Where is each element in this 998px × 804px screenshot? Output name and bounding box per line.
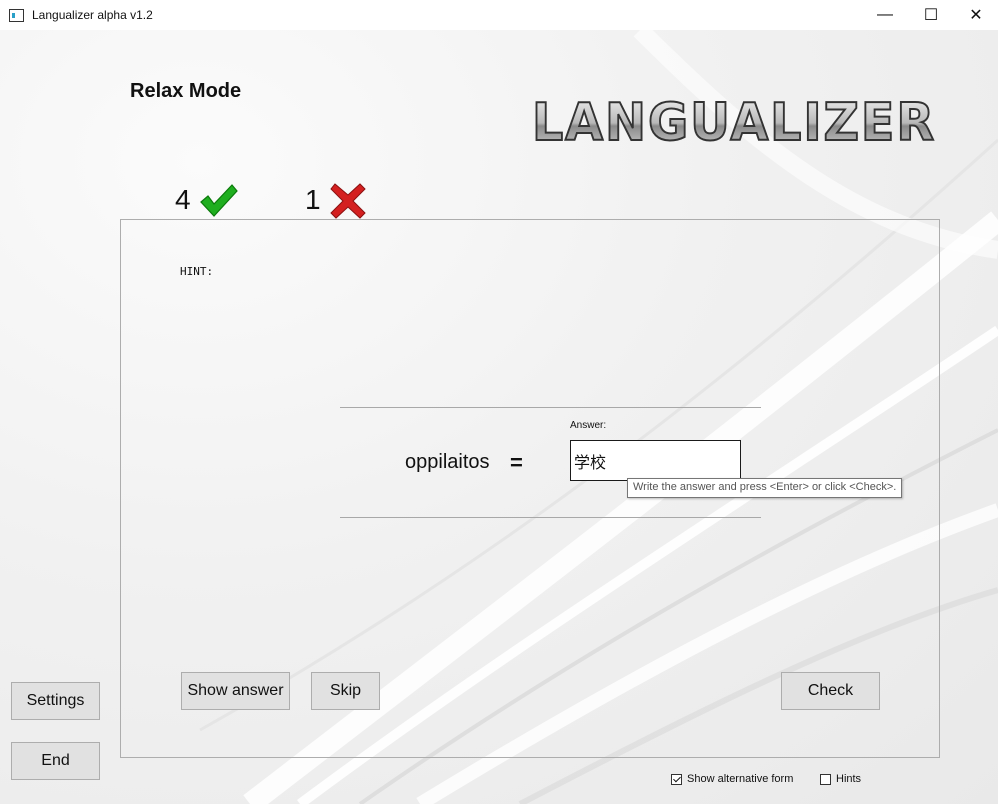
settings-button[interactable]: Settings	[11, 682, 100, 720]
show-alternative-form-label: Show alternative form	[687, 773, 794, 785]
skip-button[interactable]: Skip	[311, 672, 380, 710]
hints-option[interactable]: Hints	[820, 773, 861, 785]
question-word: oppilaitos	[405, 451, 490, 473]
correct-count: 4	[175, 184, 191, 215]
wrong-count: 1	[305, 184, 321, 215]
minimize-button[interactable]: —	[862, 0, 908, 30]
window-title: Langualizer alpha v1.2	[32, 8, 153, 22]
show-answer-button[interactable]: Show answer	[181, 672, 290, 710]
answer-input[interactable]	[570, 440, 741, 481]
title-bar: Langualizer alpha v1.2 — ☐ ✕	[0, 0, 998, 30]
divider-top	[340, 407, 761, 408]
show-alternative-form-option[interactable]: Show alternative form	[671, 773, 793, 785]
langualizer-logo: LANGUALIZER	[531, 92, 936, 150]
mode-title: Relax Mode	[130, 80, 242, 102]
hint-label: HINT:	[180, 265, 214, 278]
show-alternative-form-checkbox[interactable]	[671, 773, 682, 785]
hints-label: Hints	[836, 773, 862, 785]
close-button[interactable]: ✕	[953, 0, 998, 30]
hints-checkbox[interactable]	[820, 773, 831, 785]
maximize-button[interactable]: ☐	[908, 0, 954, 30]
divider-bottom	[340, 517, 761, 518]
svg-text:LANGUALIZER: LANGUALIZER	[532, 93, 936, 150]
answer-label: Answer:	[570, 420, 607, 431]
equals-sign: =	[510, 450, 523, 475]
answer-tooltip: Write the answer and press <Enter> or cl…	[627, 478, 903, 498]
app-icon	[9, 8, 24, 22]
green-check-icon	[200, 184, 238, 217]
red-x-icon	[330, 183, 366, 219]
check-button[interactable]: Check	[781, 672, 880, 710]
end-button[interactable]: End	[11, 742, 100, 780]
